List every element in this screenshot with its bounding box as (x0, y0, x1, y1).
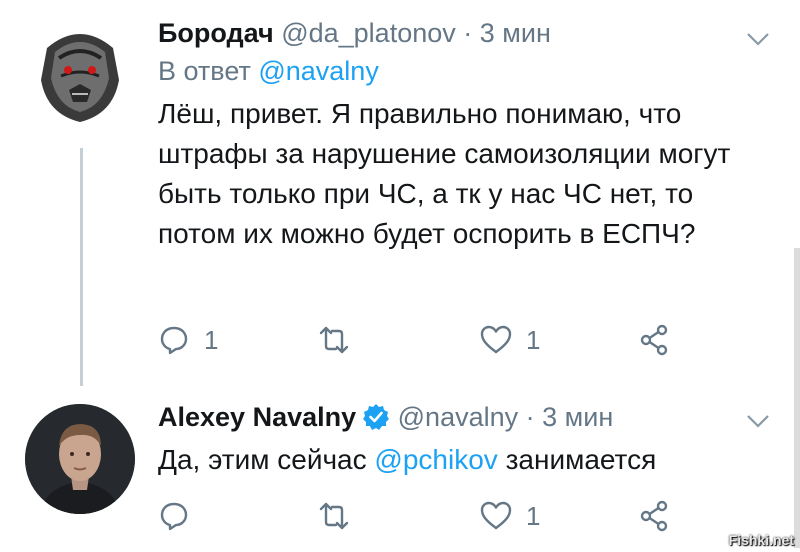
separator-dot: · (525, 402, 535, 432)
like-count: 1 (526, 324, 541, 355)
tweet-navalny: Alexey Navalny @navalny · 3 мин Да, этим… (158, 398, 770, 480)
tweet-header: Alexey Navalny @navalny · 3 мин (158, 398, 770, 436)
retweet-icon (319, 326, 349, 354)
tweet-text-before: Да, этим сейчас (158, 444, 375, 475)
author-handle[interactable]: @navalny (398, 402, 518, 432)
heart-icon (480, 501, 512, 530)
tweet-text: Лёш, привет. Я правильно понимаю, что шт… (158, 98, 731, 249)
chevron-down-icon[interactable] (746, 30, 770, 48)
share-button[interactable] (638, 498, 670, 534)
reply-button[interactable]: 1 (158, 322, 218, 358)
reply-button[interactable] (158, 498, 190, 534)
like-button[interactable]: 1 (480, 498, 540, 534)
reply-context: В ответ @navalny (158, 52, 770, 90)
author-handle[interactable]: @da_platonov (281, 18, 456, 48)
author-name[interactable]: Alexey Navalny (158, 402, 356, 432)
author-name[interactable]: Бородач (158, 18, 274, 48)
reply-icon (160, 502, 188, 531)
avatar-navalny[interactable] (25, 404, 135, 514)
mention-link[interactable]: @pchikov (374, 444, 497, 475)
tweet-actions: 1 (158, 498, 678, 534)
verified-badge-icon (363, 404, 390, 430)
like-button[interactable]: 1 (480, 322, 540, 358)
tweet-header: Бородач @da_platonov · 3 мин (158, 14, 770, 52)
reply-prefix: В ответ (158, 56, 251, 86)
reply-icon (160, 326, 188, 355)
thread-connector-line (80, 148, 83, 386)
timestamp[interactable]: 3 мин (480, 18, 551, 48)
tweet-text-after: занимается (497, 444, 657, 475)
share-button[interactable] (638, 322, 670, 358)
timestamp[interactable]: 3 мин (542, 402, 613, 432)
tweet-actions: 1 1 (158, 322, 678, 358)
share-icon (640, 324, 668, 356)
retweet-button[interactable] (318, 498, 350, 534)
reply-count: 1 (204, 324, 219, 355)
heart-icon (480, 325, 512, 354)
watermark: Fishki.net (728, 532, 794, 548)
avatar-borodach[interactable] (25, 18, 135, 128)
share-icon (640, 500, 668, 532)
like-count: 1 (526, 500, 541, 531)
tweet-text: Да, этим сейчас @pchikov занимается (158, 440, 770, 480)
retweet-button[interactable] (318, 322, 350, 358)
tweet-borodach: Бородач @da_platonov · 3 мин В ответ @na… (158, 14, 770, 254)
retweet-icon (319, 502, 349, 530)
chevron-down-icon[interactable] (746, 412, 770, 430)
reply-mention-link[interactable]: @navalny (258, 56, 378, 86)
scrollbar[interactable] (794, 248, 800, 548)
separator-dot: · (463, 18, 473, 48)
